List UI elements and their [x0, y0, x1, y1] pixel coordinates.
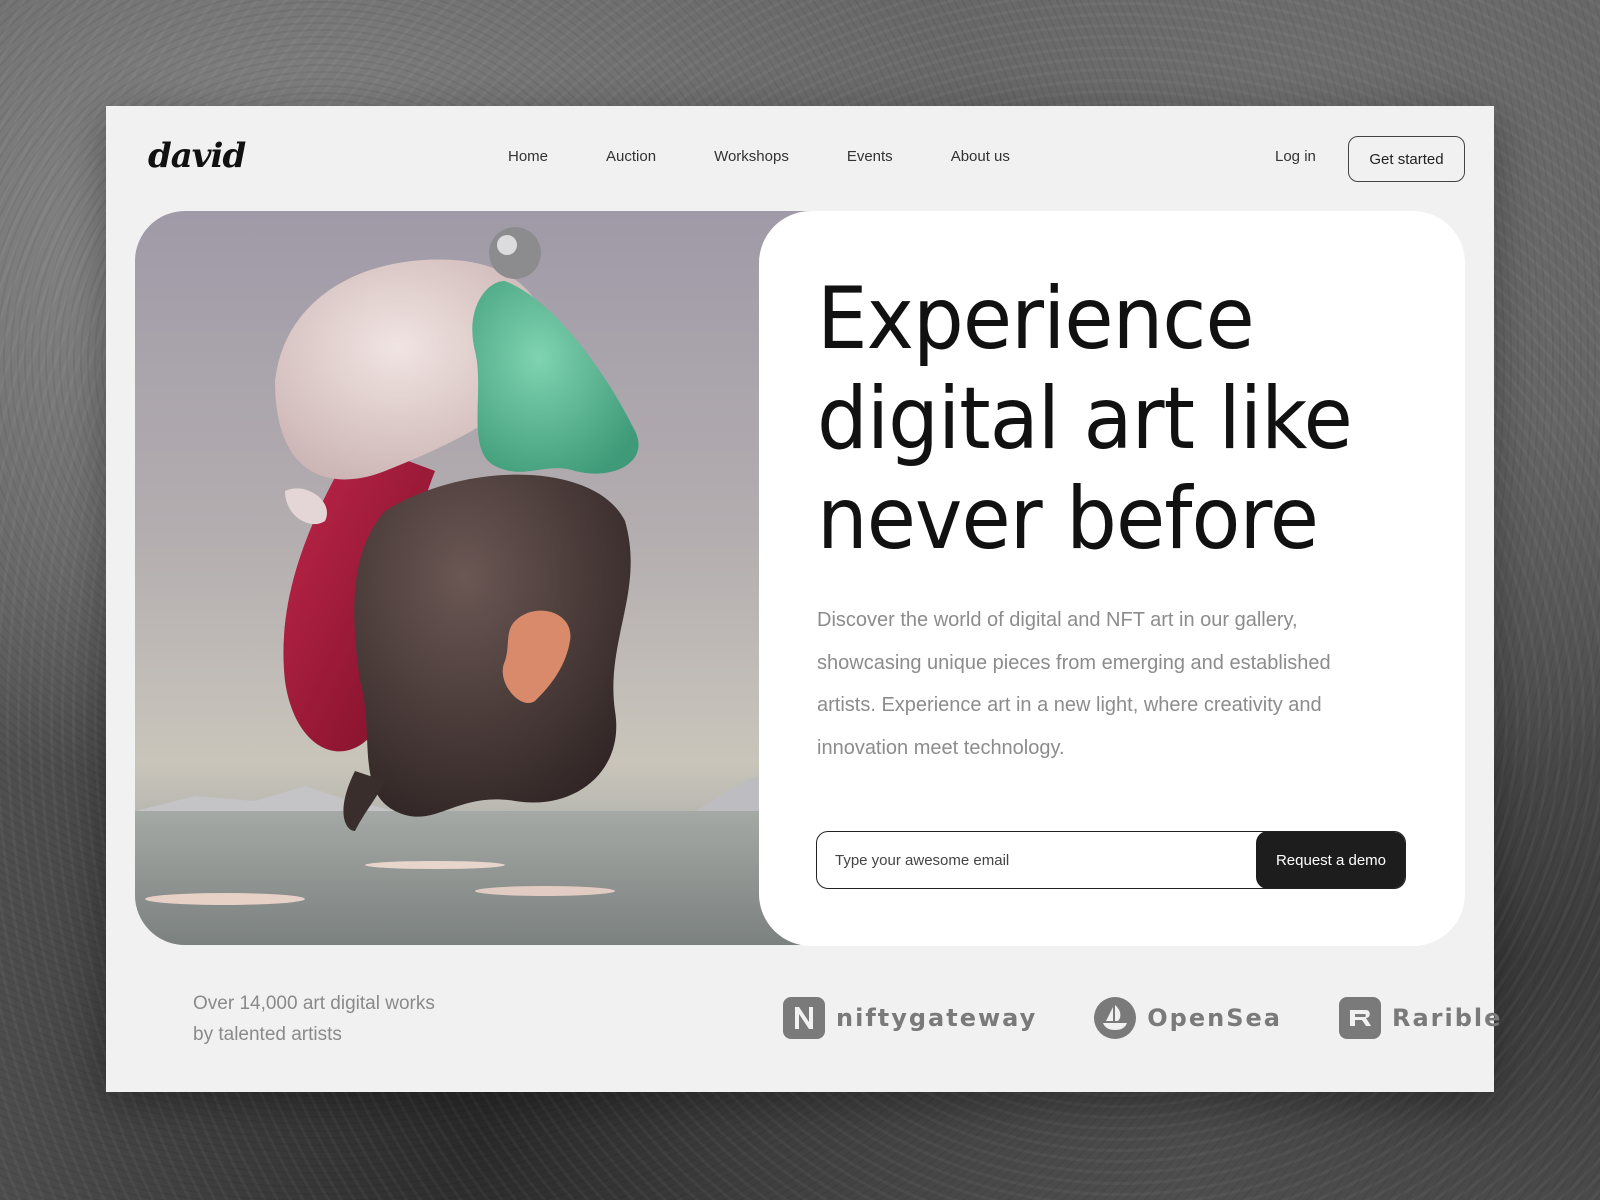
headline-line-2: digital art like	[817, 369, 1353, 469]
hero-description: Discover the world of digital and NFT ar…	[817, 609, 1331, 759]
hero-artwork-image	[135, 211, 815, 945]
brand-logo[interactable]: david	[148, 136, 246, 176]
nav-item-home[interactable]: Home	[508, 148, 548, 165]
partner-name: OpenSea	[1147, 1004, 1282, 1032]
partner-rarible[interactable]: Rarible	[1338, 996, 1502, 1040]
stats-text: Over 14,000 art digital works by talente…	[193, 988, 435, 1050]
headline-line-1: Experience	[817, 269, 1255, 369]
partner-name: niftygateway	[836, 1004, 1038, 1032]
partner-name: Rarible	[1391, 1004, 1503, 1032]
request-demo-button[interactable]: Request a demo	[1256, 832, 1405, 888]
get-started-button[interactable]: Get started	[1348, 136, 1465, 182]
partner-niftygateway[interactable]: niftygateway	[782, 996, 1037, 1040]
partner-opensea[interactable]: OpenSea	[1093, 996, 1282, 1040]
main-nav: Home Auction Workshops Events About us	[508, 148, 1010, 165]
nav-item-events[interactable]: Events	[847, 148, 893, 165]
partner-logos: niftygateway OpenSea Rarible	[782, 996, 1502, 1040]
hero-panel: Experience digital art like never before…	[759, 211, 1465, 946]
niftygateway-icon	[782, 996, 826, 1040]
stats-line-1: Over 14,000 art digital works	[193, 993, 435, 1014]
login-link[interactable]: Log in	[1275, 148, 1316, 165]
headline-line-3: never before	[817, 469, 1319, 569]
email-input[interactable]	[817, 832, 1257, 888]
email-signup-form: Request a demo	[816, 831, 1406, 889]
rarible-icon	[1338, 996, 1382, 1040]
nav-item-workshops[interactable]: Workshops	[714, 148, 789, 165]
opensea-icon	[1093, 996, 1137, 1040]
nav-item-auction[interactable]: Auction	[606, 148, 656, 165]
nav-item-about-us[interactable]: About us	[951, 148, 1010, 165]
hero-headline: Experience digital art like never before	[817, 269, 1437, 569]
stats-line-2: by talented artists	[193, 1024, 342, 1045]
landing-page-card: david Home Auction Workshops Events Abou…	[106, 106, 1500, 1092]
